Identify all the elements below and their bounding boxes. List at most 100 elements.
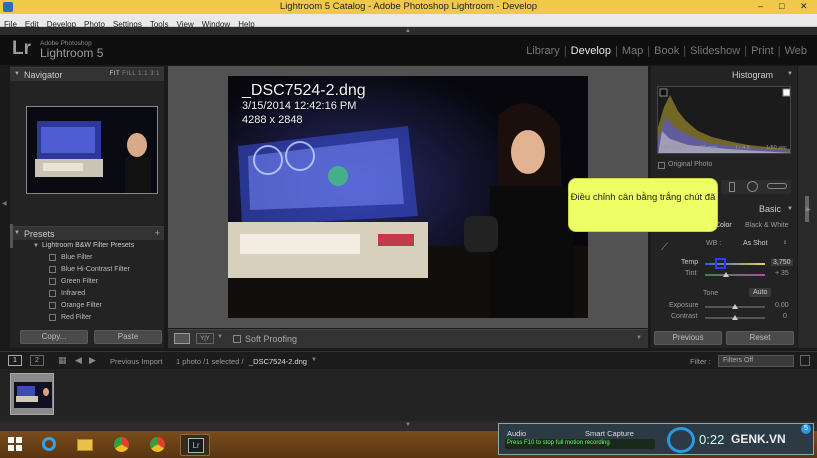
file-explorer-icon[interactable] xyxy=(70,434,100,456)
preset-item[interactable]: Infrared xyxy=(10,288,164,300)
soft-proofing-checkbox[interactable] xyxy=(233,335,241,343)
recorder-hint: Press F10 to stop full motion recording xyxy=(507,440,610,446)
redeye-tool-icon[interactable] xyxy=(729,182,735,192)
grid-view-icon[interactable]: ▦ xyxy=(58,355,67,366)
preset-icon xyxy=(49,290,56,297)
minimize-button[interactable]: – xyxy=(758,1,763,11)
module-slideshow[interactable]: Slideshow xyxy=(690,45,740,57)
temp-value[interactable]: 3,750 xyxy=(771,259,793,266)
tone-label: Tone xyxy=(703,290,719,297)
temp-label: Temp xyxy=(681,259,699,266)
selected-filename[interactable]: _DSC7524-2.dng xyxy=(249,357,307,366)
zoom-3-1[interactable]: 3:1 xyxy=(150,71,160,77)
collapse-triangle-icon[interactable]: ▼ xyxy=(787,71,793,77)
reset-button[interactable]: Reset xyxy=(726,331,794,345)
loupe-view-icon[interactable] xyxy=(174,333,190,344)
radial-filter-icon[interactable] xyxy=(747,181,758,192)
contrast-label: Contrast xyxy=(671,313,698,320)
module-map[interactable]: Map xyxy=(622,45,643,57)
photo-filename: _DSC7524-2.dng xyxy=(242,82,366,99)
wb-value[interactable]: As Shot xyxy=(743,240,768,247)
right-scrollbar[interactable]: ▶ xyxy=(798,66,817,348)
adjustment-brush-icon[interactable] xyxy=(767,183,787,189)
zoom-1-1[interactable]: 1:1 xyxy=(138,71,148,77)
preset-icon xyxy=(49,278,56,285)
tint-value[interactable]: + 35 xyxy=(775,270,789,277)
navigator-header[interactable]: ▼ Navigator FIT FILL 1:1 3:1 xyxy=(10,67,164,81)
temp-slider-knob[interactable] xyxy=(715,258,726,269)
right-panel-toggle-icon[interactable]: ▶ xyxy=(806,206,811,213)
recorder-smart-capture[interactable]: Smart Capture xyxy=(585,429,634,438)
preset-item[interactable]: Blue Hi-Contrast Filter xyxy=(10,264,164,276)
contrast-slider-knob[interactable] xyxy=(732,315,738,320)
preset-item[interactable]: Blue Filter xyxy=(10,252,164,264)
preset-item[interactable]: Green Filter xyxy=(10,276,164,288)
preset-group[interactable]: ▼ Lightroom B&W Filter Presets xyxy=(10,240,164,252)
preset-list: ▼ Lightroom B&W Filter Presets Blue Filte… xyxy=(10,240,164,324)
previous-import-label[interactable]: Previous Import xyxy=(110,357,163,366)
module-print[interactable]: Print xyxy=(751,45,774,57)
dropdown-arrow-icon[interactable]: ▼ xyxy=(217,334,223,340)
collapse-triangle-icon: ▲ xyxy=(405,28,411,34)
tint-slider[interactable] xyxy=(705,274,765,276)
preset-item[interactable]: Orange Filter xyxy=(10,300,164,312)
left-scrollbar[interactable] xyxy=(10,224,13,248)
filter-lock-icon[interactable] xyxy=(800,355,810,366)
module-picker: Library | Develop | Map | Book | Slideshow | Print… xyxy=(526,45,807,57)
temp-slider[interactable] xyxy=(705,263,765,265)
collapse-triangle-icon[interactable]: ▼ xyxy=(787,206,793,212)
left-panel: ▼ Navigator FIT FILL 1:1 3:1 ▼ Presets +… xyxy=(10,66,164,348)
original-photo-checkbox[interactable] xyxy=(658,162,665,169)
exposure-value[interactable]: 0.00 xyxy=(775,302,789,309)
expand-triangle-icon: ▼ xyxy=(405,422,411,428)
window-title: Lightroom 5 Catalog - Adobe Photoshop Li… xyxy=(279,1,538,12)
navigator-preview[interactable] xyxy=(26,106,158,194)
wb-selector-icon[interactable]: ⟋ xyxy=(661,242,668,253)
filename-dropdown-icon[interactable]: ▼ xyxy=(311,357,317,363)
module-web[interactable]: Web xyxy=(785,45,807,57)
presets-header[interactable]: ▼ Presets + xyxy=(10,226,164,240)
paste-button[interactable]: Paste xyxy=(94,330,162,344)
module-develop[interactable]: Develop xyxy=(571,45,611,57)
wb-label: WB : xyxy=(706,240,722,247)
preset-item[interactable]: Red Filter xyxy=(10,312,164,324)
filmstrip xyxy=(0,369,817,421)
windows-start-icon[interactable] xyxy=(8,437,22,451)
maximize-button[interactable]: □ xyxy=(779,1,784,11)
before-after-icon[interactable]: Y|Y xyxy=(196,333,214,344)
add-preset-icon[interactable]: + xyxy=(155,228,160,238)
soft-proofing-label: Soft Proofing xyxy=(245,334,298,344)
tool-strip xyxy=(721,180,791,194)
chrome-canary-icon[interactable] xyxy=(142,434,172,456)
main-photo[interactable]: _DSC7524-2.dng 3/15/2014 12:42:16 PM 428… xyxy=(228,76,588,318)
photo-datetime: 3/15/2014 12:42:16 PM xyxy=(242,100,357,112)
exposure-slider-knob[interactable] xyxy=(732,304,738,309)
collapse-triangle-icon: ▼ xyxy=(14,230,20,236)
module-book[interactable]: Book xyxy=(654,45,679,57)
back-arrow-icon[interactable]: ◀ xyxy=(75,355,82,366)
monitor-2-button[interactable]: 2 xyxy=(30,355,44,366)
zoom-fill[interactable]: FILL xyxy=(122,71,136,77)
tint-slider-knob[interactable] xyxy=(723,272,729,277)
top-panel-toggle[interactable]: ▲ xyxy=(0,27,817,35)
close-button[interactable]: ✕ xyxy=(800,1,808,12)
filter-select[interactable]: Filters Off xyxy=(718,355,794,367)
left-panel-toggle-icon[interactable]: ◀ xyxy=(2,200,7,207)
module-library[interactable]: Library xyxy=(526,45,560,57)
copy-button[interactable]: Copy... xyxy=(20,330,88,344)
internet-explorer-icon[interactable] xyxy=(34,434,64,456)
contrast-value[interactable]: 0 xyxy=(783,313,787,320)
chrome-icon[interactable] xyxy=(106,434,136,456)
previous-button[interactable]: Previous xyxy=(654,331,722,345)
tone-auto-button[interactable]: Auto xyxy=(749,288,772,297)
wb-dropdown-icon[interactable]: ⇕ xyxy=(783,240,787,246)
lightroom-taskbar-icon[interactable]: Lr xyxy=(180,434,210,456)
treatment-bw[interactable]: Black & White xyxy=(745,222,789,229)
filmstrip-thumbnail[interactable] xyxy=(10,373,54,415)
zoom-fit[interactable]: FIT xyxy=(110,71,120,77)
toolbar-menu-icon[interactable]: ▼ xyxy=(636,335,642,341)
forward-arrow-icon[interactable]: ▶ xyxy=(89,355,96,366)
monitor-1-button[interactable]: 1 xyxy=(8,355,22,366)
recorder-audio[interactable]: Audio xyxy=(507,429,526,438)
histogram[interactable]: ISO 800 50 mm f / 4.5 1/50 sec xyxy=(657,86,791,154)
